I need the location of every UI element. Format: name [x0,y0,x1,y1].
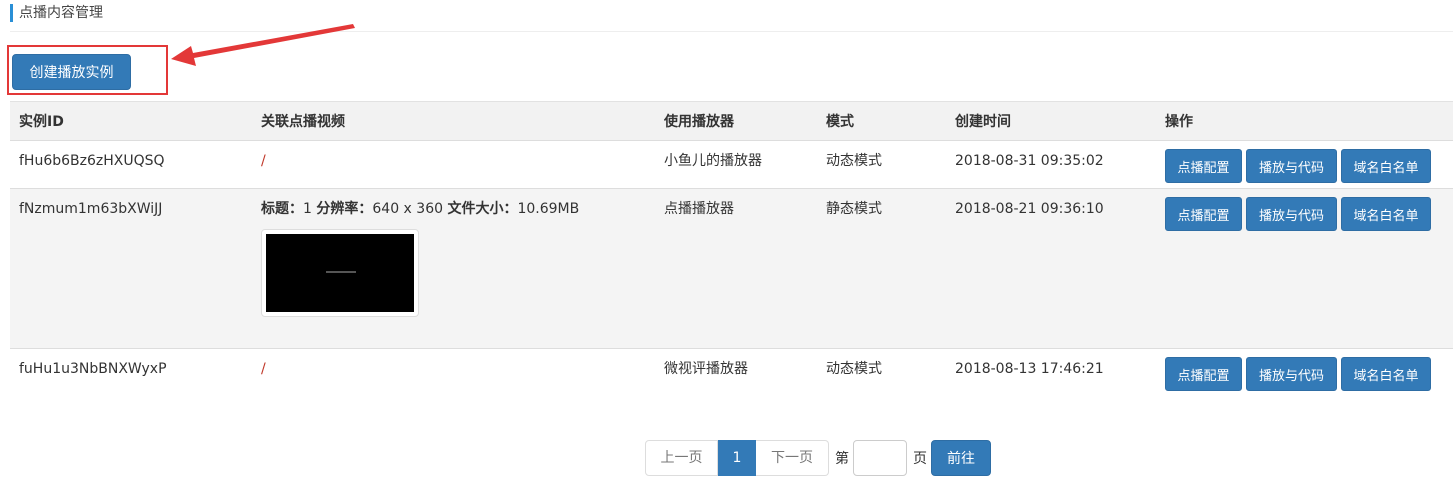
video-size-label: 文件大小： [447,201,518,217]
header-created-time: 创建时间 [955,114,1011,130]
row-actions: 点播配置 播放与代码 域名白名单 [1165,357,1431,391]
player-name: 小鱼儿的播放器 [664,153,762,169]
video-size-value: 10.69MB [517,201,580,217]
prev-page-button[interactable]: 上一页 [645,440,718,476]
header-mode: 模式 [826,114,854,130]
linked-video-empty: / [261,153,266,169]
video-resolution-value: 640 x 360 [372,201,444,217]
vod-config-button[interactable]: 点播配置 [1165,149,1242,183]
video-thumbnail-image [266,234,414,312]
player-name: 点播播放器 [664,201,734,217]
video-resolution-label: 分辨率： [316,201,373,217]
linked-video-empty: / [261,361,266,377]
header-actions: 操作 [1165,114,1193,130]
instance-table: 实例ID 关联点播视频 使用播放器 模式 创建时间 操作 fHu6b6Bz6zH… [10,101,1453,396]
linked-video-meta: 标题：1 分辨率：640 x 360 文件大小：10.69MB [261,200,579,218]
play-code-button[interactable]: 播放与代码 [1246,357,1337,391]
video-title-value: 1 [303,201,312,217]
page-1-button[interactable]: 1 [718,440,756,476]
video-thumbnail[interactable] [261,229,419,317]
header-linked-video: 关联点播视频 [261,114,345,130]
annotation-highlight-box [7,45,168,95]
vod-config-button[interactable]: 点播配置 [1165,197,1242,231]
created-time: 2018-08-31 09:35:02 [955,153,1104,169]
page-title: 点播内容管理 [10,4,103,22]
goto-prefix: 第 [835,451,849,467]
instance-id: fNzmum1m63bXWiJJ [19,201,163,217]
instance-id: fHu6b6Bz6zHXUQSQ [19,153,165,169]
play-code-button[interactable]: 播放与代码 [1246,149,1337,183]
player-name: 微视评播放器 [664,361,748,377]
domain-whitelist-button[interactable]: 域名白名单 [1341,197,1431,231]
row-actions: 点播配置 播放与代码 域名白名单 [1165,197,1431,231]
annotation-arrow-icon [171,24,355,66]
table-row: fuHu1u3NbBNXWyxP / 微视评播放器 动态模式 2018-08-1… [10,348,1453,396]
goto-page-input[interactable] [853,440,907,476]
video-title-label: 标题： [261,201,303,217]
row-actions: 点播配置 播放与代码 域名白名单 [1165,149,1431,183]
goto-page-button[interactable]: 前往 [931,440,991,476]
domain-whitelist-button[interactable]: 域名白名单 [1341,149,1431,183]
play-code-button[interactable]: 播放与代码 [1246,197,1337,231]
table-header-row: 实例ID 关联点播视频 使用播放器 模式 创建时间 操作 [10,101,1453,140]
next-page-button[interactable]: 下一页 [756,440,829,476]
created-time: 2018-08-13 17:46:21 [955,361,1104,377]
created-time: 2018-08-21 09:36:10 [955,201,1104,217]
mode: 动态模式 [826,361,882,377]
mode: 动态模式 [826,153,882,169]
header-player: 使用播放器 [664,114,734,130]
pagination: 上一页 1 下一页 第 页 前往 [645,440,991,476]
table-row: fNzmum1m63bXWiJJ 标题：1 分辨率：640 x 360 文件大小… [10,188,1453,348]
table-row: fHu6b6Bz6zHXUQSQ / 小鱼儿的播放器 动态模式 2018-08-… [10,140,1453,188]
vod-config-button[interactable]: 点播配置 [1165,357,1242,391]
mode: 静态模式 [826,201,882,217]
instance-id: fuHu1u3NbBNXWyxP [19,361,167,377]
header-instance-id: 实例ID [19,114,64,130]
domain-whitelist-button[interactable]: 域名白名单 [1341,357,1431,391]
goto-suffix: 页 [913,451,927,467]
